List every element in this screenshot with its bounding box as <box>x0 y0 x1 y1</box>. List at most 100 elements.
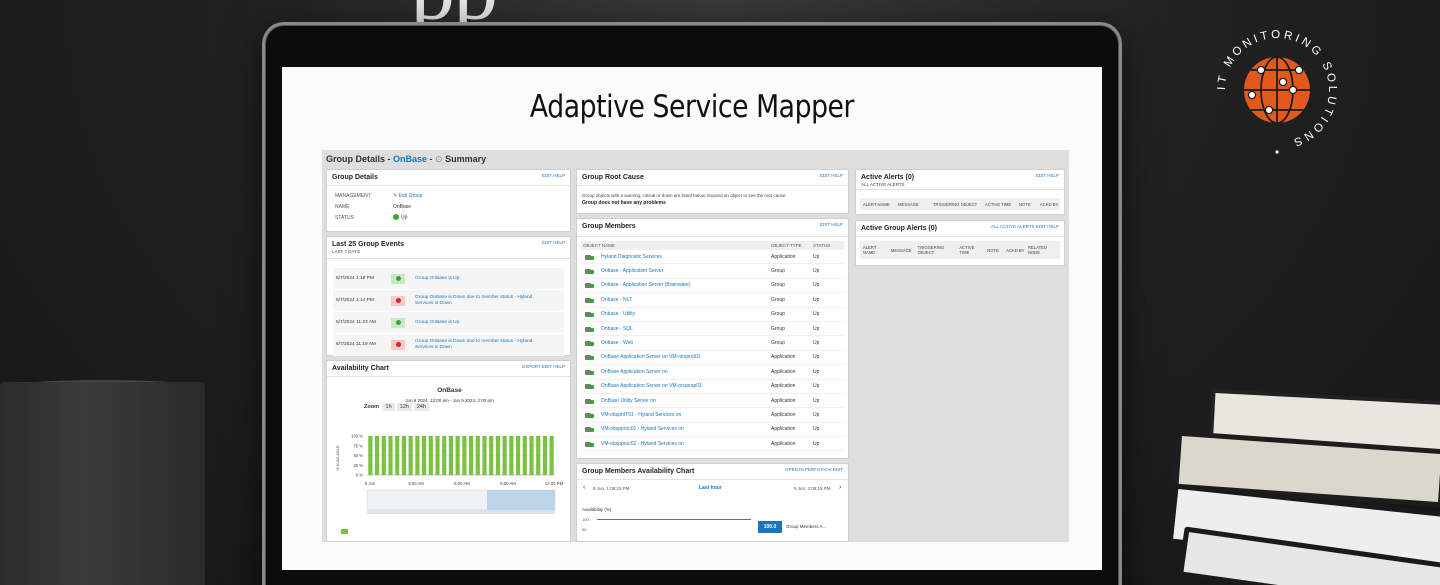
edit-group-label: Edit Group <box>398 192 423 199</box>
panel-actions[interactable]: EDIT HELP <box>820 222 843 227</box>
chevron-right-icon[interactable]: › <box>839 484 841 491</box>
end-time: 9 Jun, 2:08:15 PM <box>794 486 831 491</box>
column-header[interactable]: NOTE <box>1016 202 1037 207</box>
event-message[interactable]: Group OnBase is Up. <box>415 276 545 282</box>
object-name-cell[interactable]: VM-obsphIT01 - Hyland Services on <box>581 412 771 418</box>
object-name-cell[interactable]: Onbase - Application Server <box>581 268 771 275</box>
status-down-icon <box>391 339 405 350</box>
panel-actions[interactable]: EDIT HELP <box>542 240 565 245</box>
table-row[interactable]: OnBase Application Server on VM-onsprap0… <box>581 380 844 394</box>
object-name[interactable]: Onbase - Application Server (Brainware) <box>601 282 691 288</box>
column-header[interactable]: STATUS <box>813 243 830 248</box>
bar <box>401 436 407 475</box>
y-tick-label: 50 % <box>353 453 363 458</box>
object-name-cell[interactable]: OnBase Application Server on <box>581 369 771 375</box>
panel-actions[interactable]: EDIT HELP <box>1036 173 1059 178</box>
bar <box>482 436 487 475</box>
column-header[interactable]: ACTIVE TIME <box>982 202 1016 207</box>
table-row[interactable]: VM-obspproc01 - Hyland Services on Applic… <box>581 423 844 438</box>
panel-actions[interactable]: OPEN IN PERFSTACK EDIT <box>785 467 843 472</box>
bar <box>395 436 400 475</box>
object-status: Up <box>813 440 820 447</box>
y-tick-label: 75 % <box>353 443 363 448</box>
panel-header: Group Root Cause EDIT HELP <box>577 170 848 186</box>
group-link[interactable]: OnBase <box>393 154 427 164</box>
column-header[interactable]: MESSAGE <box>895 202 930 207</box>
chevron-left-icon[interactable]: ‹ <box>583 484 585 491</box>
table-row[interactable]: Hyland Diagnostic Services Application Up <box>581 250 844 265</box>
bar <box>388 436 393 475</box>
panel-title: Active Alerts (0) <box>861 174 915 181</box>
column-header[interactable]: TRIGGERING OBJECT <box>915 245 957 255</box>
object-name-cell[interactable]: Onbase - SQL <box>581 326 771 332</box>
object-type: Application <box>771 368 796 375</box>
bar <box>515 436 521 475</box>
bar <box>495 436 501 475</box>
column-header[interactable]: OBJECT NAME <box>581 243 771 248</box>
object-name[interactable]: Onbase - Application Server <box>601 268 663 274</box>
column-header[interactable]: ALERT NAME <box>860 202 895 207</box>
object-name[interactable]: Onbase - Web <box>601 340 633 346</box>
y-tick: 100 <box>582 517 589 522</box>
legend-label[interactable]: Group Members A... <box>786 524 826 529</box>
table-row[interactable]: VM-obsphIT01 - Hyland Services on Applica… <box>581 408 844 423</box>
column-header[interactable]: OBJECT TYPE <box>771 243 813 248</box>
edit-group-link[interactable]: ✎ Edit Group <box>393 193 423 199</box>
table-row[interactable]: Onbase - Utility Group Up <box>581 308 844 322</box>
table-row[interactable]: Onbase - SQL Group Up <box>581 322 844 337</box>
column-header[interactable]: ACKD BY <box>1003 248 1025 253</box>
table-row[interactable]: OnBase Application Server on VM-obsprut0… <box>581 351 844 366</box>
column-header[interactable]: RELATED NODE <box>1025 245 1060 255</box>
object-name[interactable]: Onbase - Utility <box>601 311 635 317</box>
table-row[interactable]: Onbase - Application Server (Brainware) G… <box>581 279 844 294</box>
column-header[interactable]: ACTIVE TIME <box>956 245 984 255</box>
object-name-cell[interactable]: Hyland Diagnostic Services <box>581 254 771 260</box>
event-message[interactable]: Group OnBase is Down due to member statu… <box>415 339 545 351</box>
object-name[interactable]: Onbase - SQL <box>601 326 633 332</box>
column-header[interactable]: MESSAGE <box>888 248 915 253</box>
object-name-cell[interactable]: Onbase - Utility <box>581 311 771 318</box>
availability-chart-panel: Availability Chart EXPORT EDIT HELP OnBa… <box>326 360 571 542</box>
panel-actions[interactable]: EDIT HELP <box>820 173 843 178</box>
object-name[interactable]: VM-obspproc02 - Hyland Services on <box>601 441 684 447</box>
panel-actions[interactable]: ALL ACTIVE ALERTS EDIT HELP <box>991 224 1059 229</box>
bar <box>448 436 454 475</box>
object-name[interactable]: OnBase Application Server on <box>601 369 668 375</box>
table-row[interactable]: VM-obspproc02 - Hyland Services on Applic… <box>581 437 844 452</box>
table-row[interactable]: Onbase - Web Group Up <box>581 336 844 351</box>
table-row[interactable]: OnBase Utility Server on Application Up <box>581 394 844 409</box>
object-name[interactable]: VM-obspproc01 - Hyland Services on <box>601 426 684 432</box>
member-status-icon <box>585 311 595 318</box>
object-status: Up <box>813 311 820 318</box>
column-header[interactable]: ALERT NAME <box>860 245 888 255</box>
object-name[interactable]: OnBase Application Server on VM-onsprap0… <box>601 383 702 389</box>
range-selector[interactable]: Last hour <box>699 485 722 491</box>
member-status-icon <box>585 340 595 347</box>
object-name[interactable]: Hyland Diagnostic Services <box>601 254 662 260</box>
column-header[interactable]: NOTE <box>984 248 1003 253</box>
object-name-cell[interactable]: OnBase Application Server on VM-obsprut0… <box>581 354 771 361</box>
object-name-cell[interactable]: VM-obspproc01 - Hyland Services on <box>581 426 771 433</box>
object-name-cell[interactable]: VM-obspproc02 - Hyland Services on <box>581 441 771 447</box>
object-name-cell[interactable]: Onbase - Application Server (Brainware) <box>581 282 771 289</box>
table-row[interactable]: Onbase - Application Server Group Up <box>581 264 844 279</box>
column-header[interactable]: ACKD BY <box>1037 202 1058 207</box>
bar <box>428 436 433 475</box>
group-members-panel: Group Members EDIT HELP OBJECT NAME OBJE… <box>576 218 849 459</box>
table-row[interactable]: Onbase - NLT Group Up <box>581 293 844 308</box>
event-message[interactable]: Group OnBase is Up. <box>415 320 545 326</box>
object-name-cell[interactable]: OnBase Application Server on VM-onsprap0… <box>581 383 771 390</box>
logo-dot <box>1275 150 1279 154</box>
object-name[interactable]: Onbase - NLT <box>601 297 632 303</box>
panel-actions[interactable]: EDIT HELP <box>542 173 565 178</box>
object-name-cell[interactable]: Onbase - Web <box>581 340 771 347</box>
bar <box>435 436 440 475</box>
table-row[interactable]: OnBase Application Server on Application U… <box>581 365 844 380</box>
object-name[interactable]: OnBase Application Server on VM-obsprut0… <box>601 354 701 360</box>
object-name[interactable]: VM-obsphIT01 - Hyland Services on <box>601 412 681 418</box>
event-message[interactable]: Group OnBase is Down due to member statu… <box>415 295 545 307</box>
column-header[interactable]: TRIGGERING OBJECT <box>930 202 982 207</box>
object-name-cell[interactable]: Onbase - NLT <box>581 297 771 303</box>
object-name-cell[interactable]: OnBase Utility Server on <box>581 398 771 404</box>
object-name[interactable]: OnBase Utility Server on <box>601 398 656 404</box>
